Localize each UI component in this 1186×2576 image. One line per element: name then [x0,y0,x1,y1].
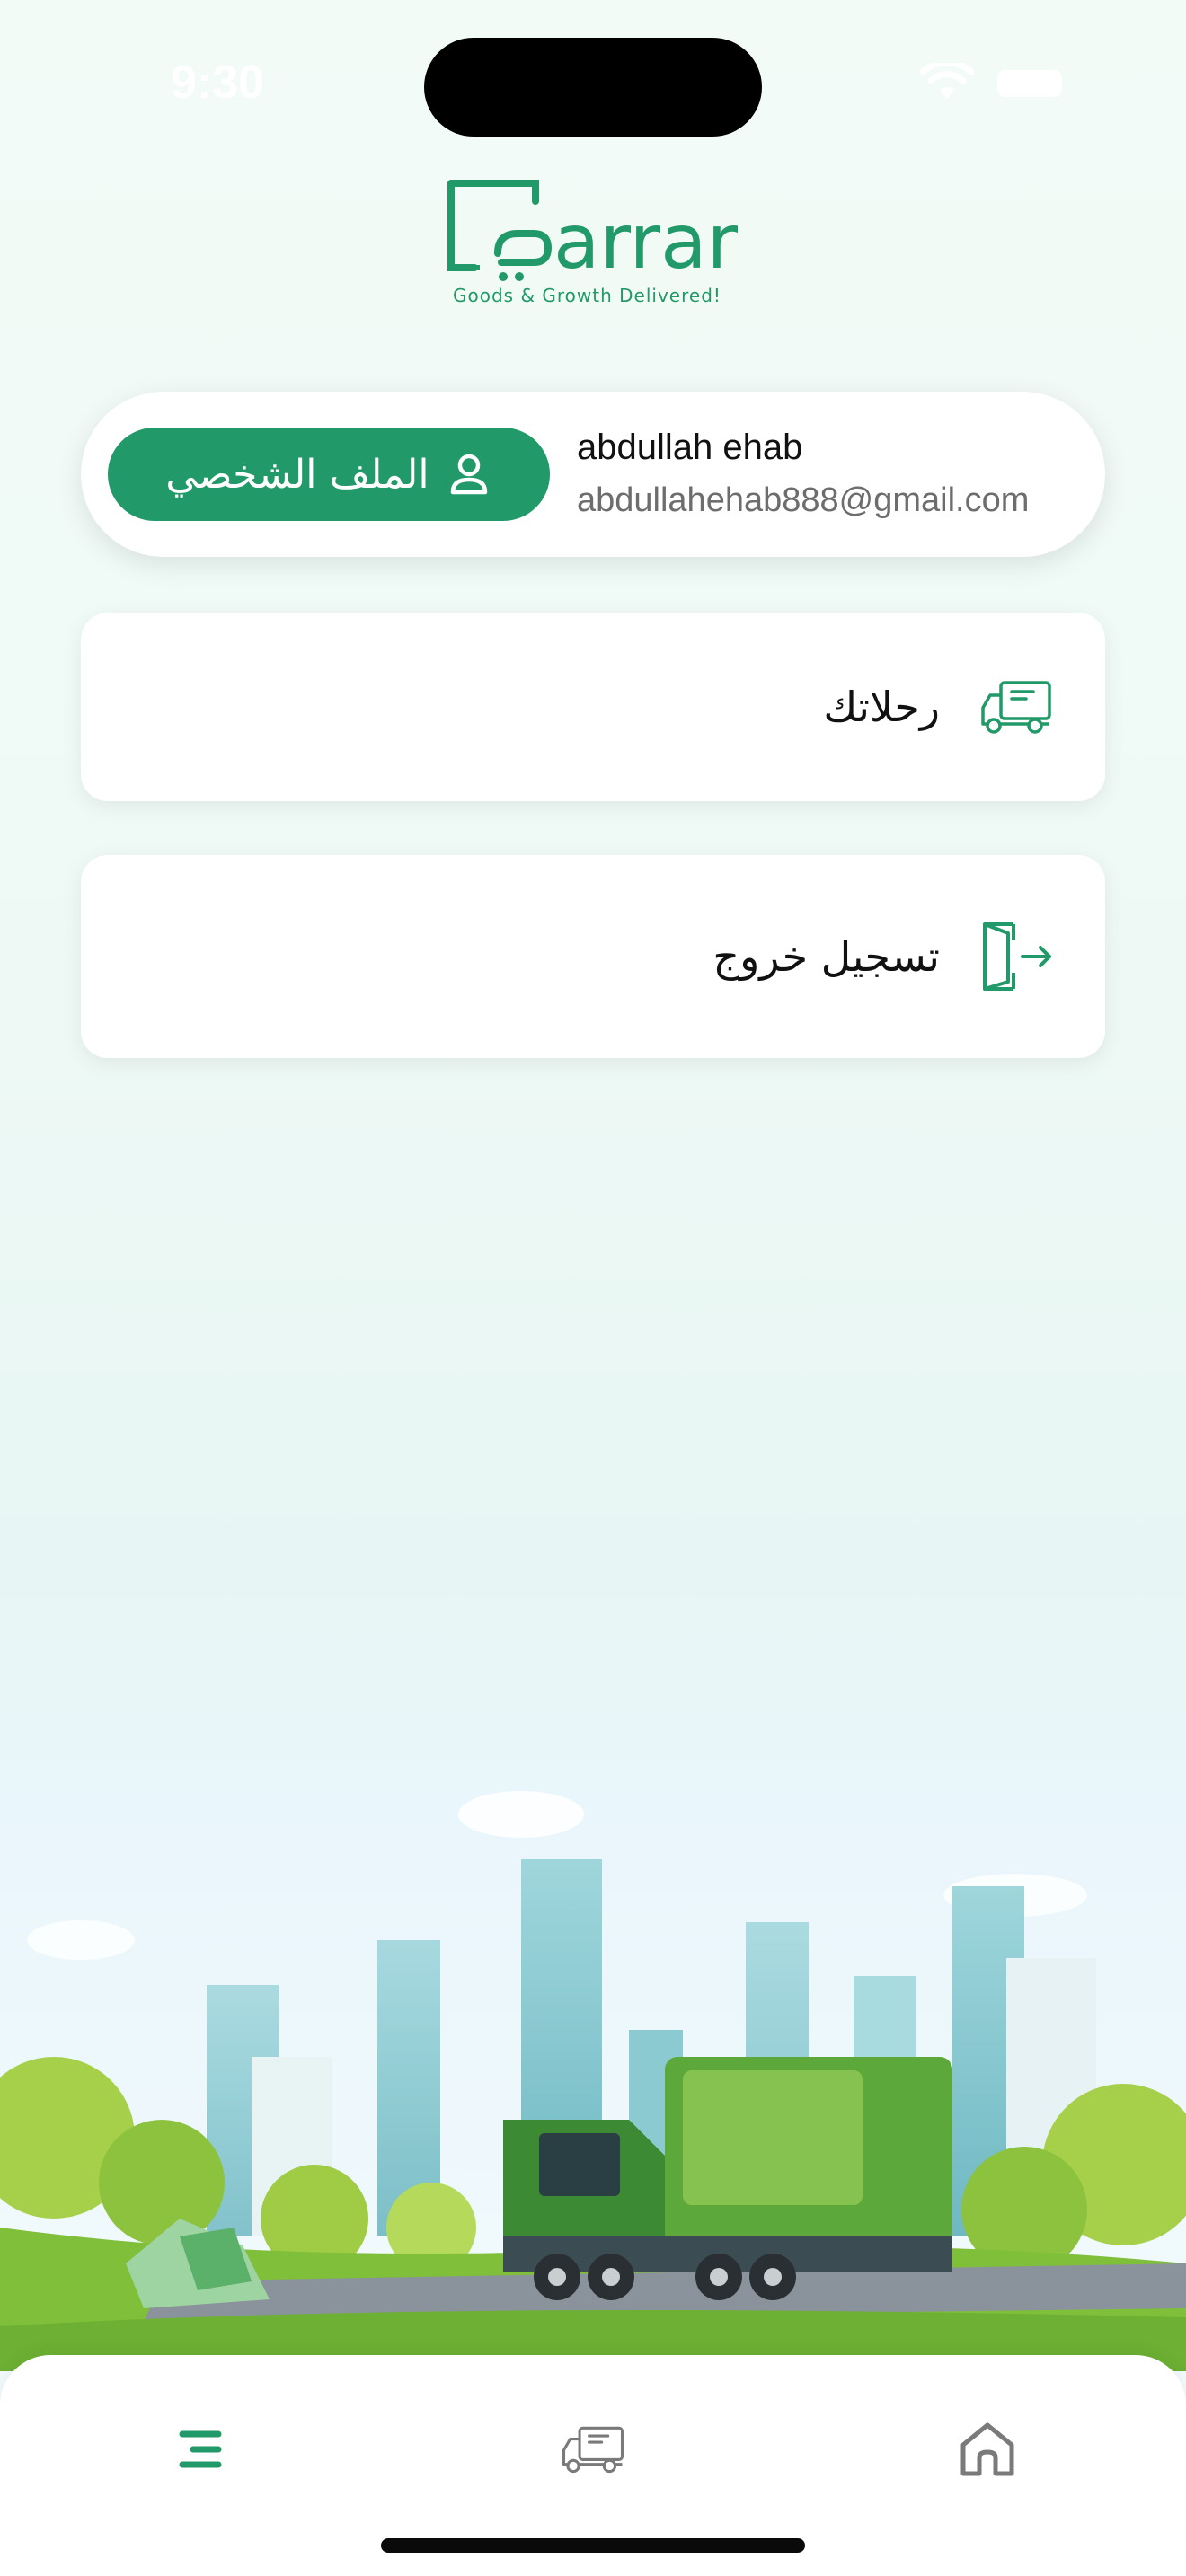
profile-card: الملف الشخصي abdullah ehab abdullahehab8… [81,392,1105,557]
dynamic-island [424,38,762,137]
nav-item-trips[interactable] [553,2409,633,2490]
logout-label: تسجيل خروج [712,932,940,981]
nav-item-home[interactable] [947,2409,1028,2490]
logo-wordmark: arrar [553,198,739,286]
city-truck-illustration [0,1791,1186,2371]
status-bar: 9:30 [0,0,1186,180]
truck-icon [562,2426,624,2474]
app-logo: arrar Goods & Growth Delivered! [447,180,739,306]
battery-icon [997,70,1062,97]
menu-item-trips[interactable]: رحلاتك [81,613,1105,801]
logo-tagline: Goods & Growth Delivered! [453,285,721,306]
menu-icon [179,2430,222,2468]
logout-icon [983,922,1051,991]
status-time: 9:30 [171,57,265,109]
user-name: abdullah ehab [577,428,803,467]
trips-label: رحلاتك [823,683,940,731]
wifi-icon [920,63,974,99]
truck-icon [981,681,1051,734]
home-icon [960,2422,1014,2476]
user-email: abdullahehab888@gmail.com [577,481,1030,519]
home-indicator [381,2538,805,2553]
nav-item-menu[interactable] [158,2409,239,2490]
profile-button-label: الملف الشخصي [165,451,429,498]
menu-item-logout[interactable]: تسجيل خروج [81,855,1105,1058]
profile-button[interactable]: الملف الشخصي [108,428,550,521]
user-icon [450,454,487,495]
